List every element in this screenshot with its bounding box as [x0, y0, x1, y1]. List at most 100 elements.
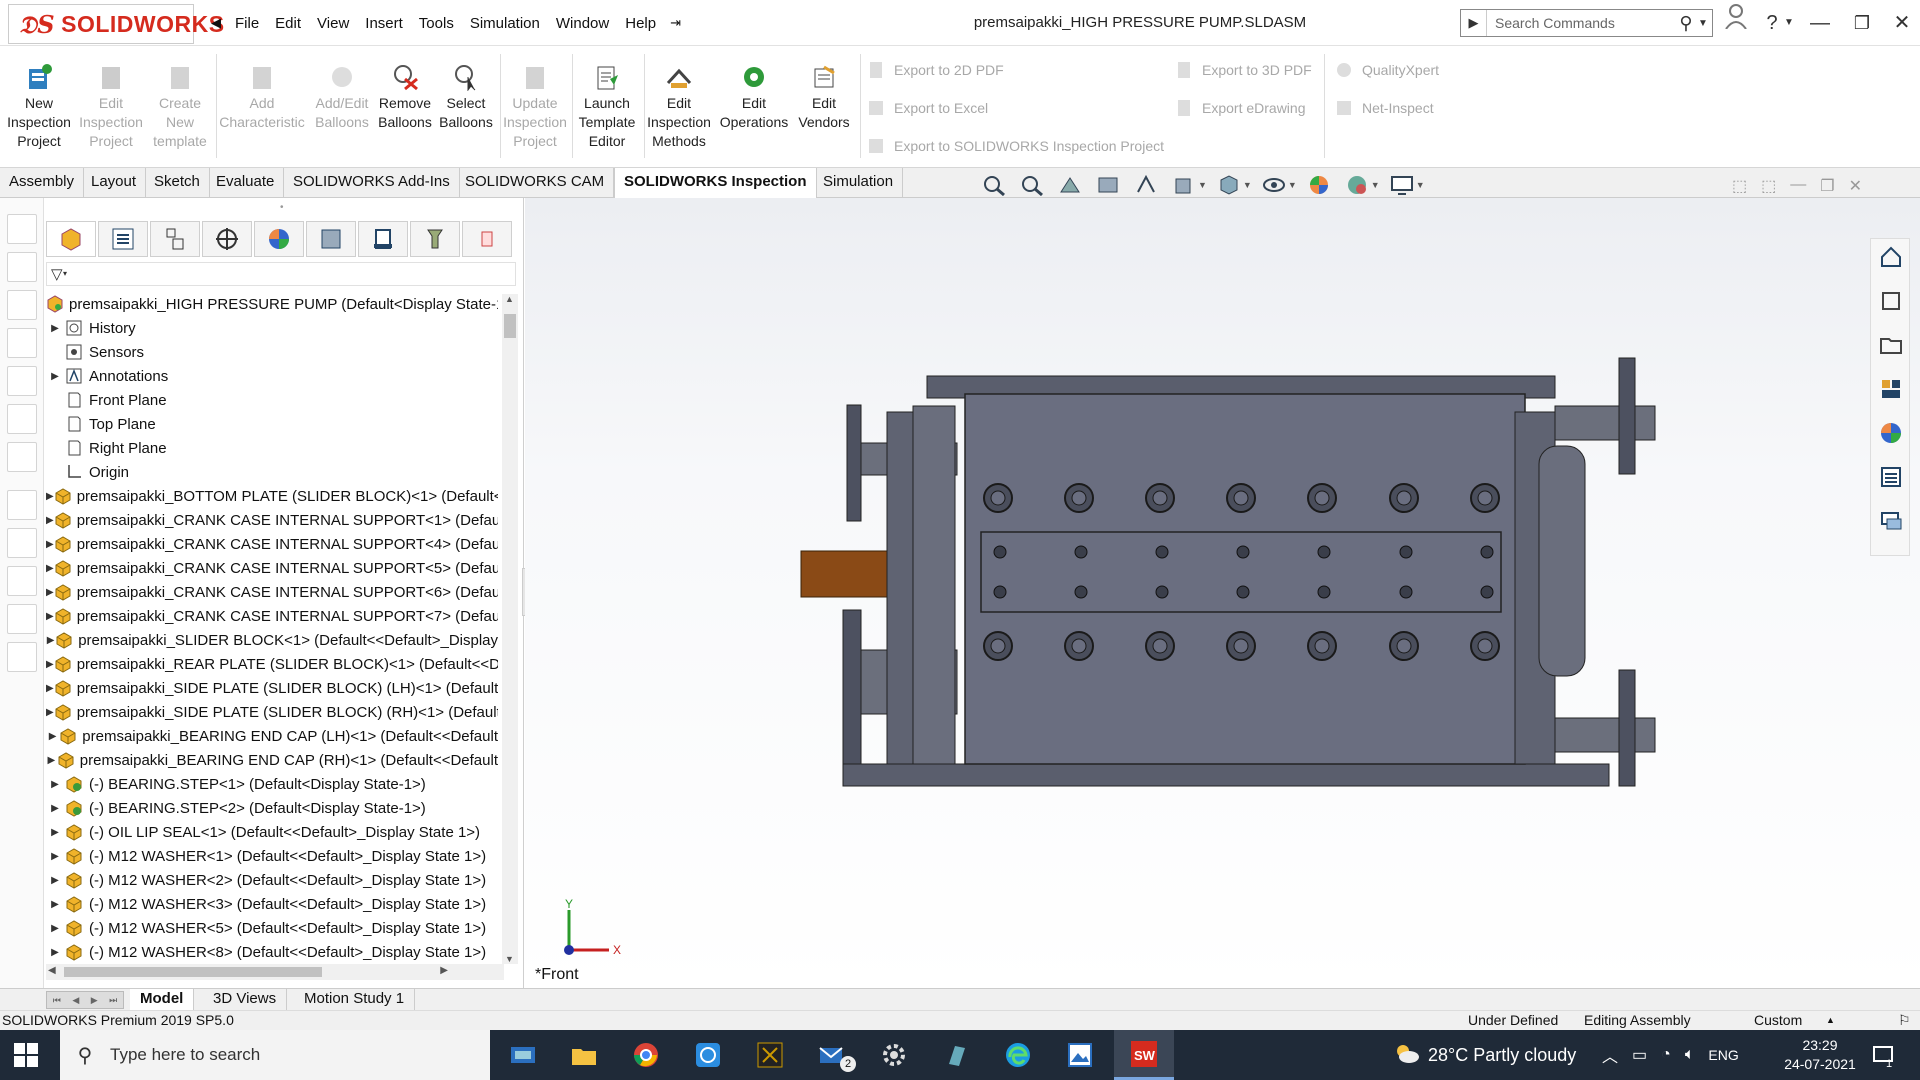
status-bar-icon[interactable]: ⚐ — [1898, 1012, 1911, 1029]
pin-icon[interactable]: ⇥ — [664, 15, 687, 31]
tree-item[interactable]: Top Plane — [46, 412, 498, 436]
tree-root[interactable]: premsaipakki_HIGH PRESSURE PUMP (Default… — [46, 292, 498, 316]
scroll-left-icon[interactable]: ◀ — [48, 965, 56, 976]
expand-arrow-icon[interactable]: ▶ — [46, 779, 64, 790]
edit-vendors-button[interactable]: Edit Vendors — [792, 62, 856, 132]
notification-center-icon[interactable]: 1 — [1872, 1030, 1894, 1080]
tree-item[interactable]: ▶ premsaipakki_CRANK CASE INTERNAL SUPPOR… — [46, 508, 498, 532]
chevron-down-icon[interactable]: ▼ — [1698, 18, 1712, 29]
battery-icon[interactable]: ▭ — [1632, 1045, 1647, 1065]
tree-item[interactable]: ▶ premsaipakki_BEARING END CAP (LH)<1> (D… — [46, 724, 498, 748]
close-icon[interactable]: ✕ — [1884, 0, 1920, 46]
expand-arrow-icon[interactable]: ▶ — [46, 323, 64, 334]
prev-tab-icon[interactable]: ◀ — [72, 995, 79, 1006]
scroll-up-icon[interactable]: ▲ — [505, 294, 514, 304]
search-input[interactable]: Search Commands — [1487, 15, 1674, 31]
select-balloons-button[interactable]: Select Balloons — [436, 62, 496, 132]
display-manager-tab-icon[interactable] — [254, 221, 304, 257]
next-tab-icon[interactable]: ▶ — [91, 995, 98, 1006]
expand-arrow-icon[interactable]: ▶ — [46, 803, 64, 814]
graphics-area[interactable]: Y X — [525, 198, 1920, 988]
menu-file[interactable]: File — [227, 15, 267, 32]
expand-arrow-icon[interactable]: ▶ — [46, 683, 54, 694]
image-app-icon[interactable] — [1052, 1030, 1108, 1080]
last-tab-icon[interactable]: ⏭ — [109, 995, 117, 1006]
edge-icon[interactable] — [990, 1030, 1046, 1080]
export-excel-button[interactable]: Export to Excel — [866, 98, 988, 118]
export-2d-pdf-button[interactable]: Export to 2D PDF — [866, 60, 1004, 80]
file-explorer-icon[interactable] — [1877, 331, 1905, 359]
expand-arrow-icon[interactable]: ▶ — [46, 923, 64, 934]
tree-item[interactable]: ▶ premsaipakki_BOTTOM PLATE (SLIDER BLOCK… — [46, 484, 498, 508]
component-preview-icon[interactable] — [7, 290, 37, 320]
chrome-icon[interactable] — [618, 1030, 674, 1080]
add-edit-balloons-button[interactable]: Add/Edit Balloons — [310, 62, 374, 132]
tree-item[interactable]: ▶ premsaipakki_SIDE PLATE (SLIDER BLOCK) … — [46, 676, 498, 700]
net-inspect-button[interactable]: Net-Inspect — [1334, 98, 1434, 118]
create-new-template-button[interactable]: Create New template — [148, 62, 212, 151]
expand-arrow-icon[interactable]: ▶ — [46, 611, 54, 622]
viewport-minimize-icon[interactable]: — — [1790, 176, 1806, 196]
help-dropdown-icon[interactable]: ▼ — [1780, 0, 1798, 46]
tree-item[interactable]: ▶ premsaipakki_CRANK CASE INTERNAL SUPPOR… — [46, 580, 498, 604]
tree-item[interactable]: ▶ premsaipakki_REAR PLATE (SLIDER BLOCK)<… — [46, 652, 498, 676]
tree-item[interactable]: ▶ (-) M12 WASHER<3> (Default<<Default>_Di… — [46, 892, 498, 916]
menu-insert[interactable]: Insert — [357, 15, 411, 32]
user-icon[interactable] — [1718, 0, 1754, 46]
weather-widget[interactable]: 28°C Partly cloudy — [1392, 1030, 1576, 1080]
hide-show-icon[interactable] — [1260, 174, 1288, 196]
filter-dropdown-icon[interactable]: ▾ — [63, 269, 67, 278]
mate-icon[interactable] — [7, 252, 37, 282]
view-palette-icon[interactable] — [1877, 375, 1905, 403]
move-component-icon[interactable] — [7, 404, 37, 434]
volume-icon[interactable]: 🔈︎ — [1685, 1046, 1695, 1064]
tree-item[interactable]: Right Plane — [46, 436, 498, 460]
tree-item[interactable]: ▶ (-) M12 WASHER<8> (Default<<Default>_Di… — [46, 940, 498, 964]
configuration-manager-tab-icon[interactable] — [150, 221, 200, 257]
viewport-close-icon[interactable]: ✕ — [1849, 176, 1862, 196]
tree-item[interactable]: ▶ premsaipakki_SLIDER BLOCK<1> (Default<<… — [46, 628, 498, 652]
menu-view[interactable]: View — [309, 15, 357, 32]
taskbar-search[interactable]: ⚲ Type here to search — [60, 1030, 490, 1080]
assembly-features-icon[interactable] — [7, 490, 37, 520]
feature-manager-tab-icon[interactable] — [46, 221, 96, 257]
expand-arrow-icon[interactable]: ▶ — [46, 659, 54, 670]
windows-start-icon[interactable] — [14, 1043, 38, 1070]
file-explorer-icon[interactable] — [556, 1030, 612, 1080]
minimize-icon[interactable]: — — [1802, 0, 1838, 46]
tree-item[interactable]: ▶ premsaipakki_CRANK CASE INTERNAL SUPPOR… — [46, 604, 498, 628]
expand-arrow-icon[interactable]: ▶ — [46, 515, 54, 526]
tab-solidworks-add-ins[interactable]: SOLIDWORKS Add-Ins — [284, 168, 460, 198]
tab-motion-study-1[interactable]: Motion Study 1 — [294, 989, 416, 1011]
chevron-down-icon[interactable]: ▼ — [1198, 180, 1207, 190]
chevron-down-icon[interactable]: ▼ — [1416, 180, 1425, 190]
bill-of-materials-icon[interactable] — [7, 604, 37, 634]
tree-item[interactable]: ▶ (-) M12 WASHER<5> (Default<<Default>_Di… — [46, 916, 498, 940]
chevron-down-icon[interactable]: ▼ — [1371, 180, 1380, 190]
app-icon[interactable] — [742, 1030, 798, 1080]
cam-tools-tree-tab-icon[interactable] — [410, 221, 460, 257]
assembly-model-view[interactable]: Y X — [525, 198, 1920, 988]
qualityxpert-button[interactable]: QualityXpert — [1334, 60, 1439, 80]
tree-item[interactable]: ▶ premsaipakki_BEARING END CAP (RH)<1> (D… — [46, 748, 498, 772]
reference-geometry-icon[interactable] — [7, 528, 37, 558]
tab-solidworks-cam[interactable]: SOLIDWORKS CAM — [456, 168, 615, 198]
zoom-to-fit-icon[interactable] — [980, 174, 1008, 196]
menu-tools[interactable]: Tools — [411, 15, 462, 32]
expand-arrow-icon[interactable]: ▶ — [46, 947, 64, 958]
tree-item[interactable]: ▶ premsaipakki_CRANK CASE INTERNAL SUPPOR… — [46, 532, 498, 556]
insert-component-icon[interactable] — [7, 214, 37, 244]
appearances-icon[interactable] — [1877, 419, 1905, 447]
tab-3d-views[interactable]: 3D Views — [203, 989, 288, 1011]
menu-help[interactable]: Help — [617, 15, 664, 32]
network-icon[interactable]: ◔ — [1661, 1046, 1671, 1064]
tree-item[interactable]: ▶ (-) M12 WASHER<1> (Default<<Default>_Di… — [46, 844, 498, 868]
view-orientation-icon[interactable] — [1170, 174, 1198, 196]
tree-filter[interactable]: ▽ ▾ — [46, 262, 516, 286]
scrollbar-thumb[interactable] — [64, 967, 322, 977]
expand-arrow-icon[interactable]: ▶ — [46, 539, 54, 550]
viewport-restore-icon[interactable]: ❐ — [1820, 176, 1834, 196]
view-settings-icon[interactable] — [1388, 174, 1416, 196]
menu-edit[interactable]: Edit — [267, 15, 309, 32]
tree-item[interactable]: ▶ premsaipakki_CRANK CASE INTERNAL SUPPOR… — [46, 556, 498, 580]
